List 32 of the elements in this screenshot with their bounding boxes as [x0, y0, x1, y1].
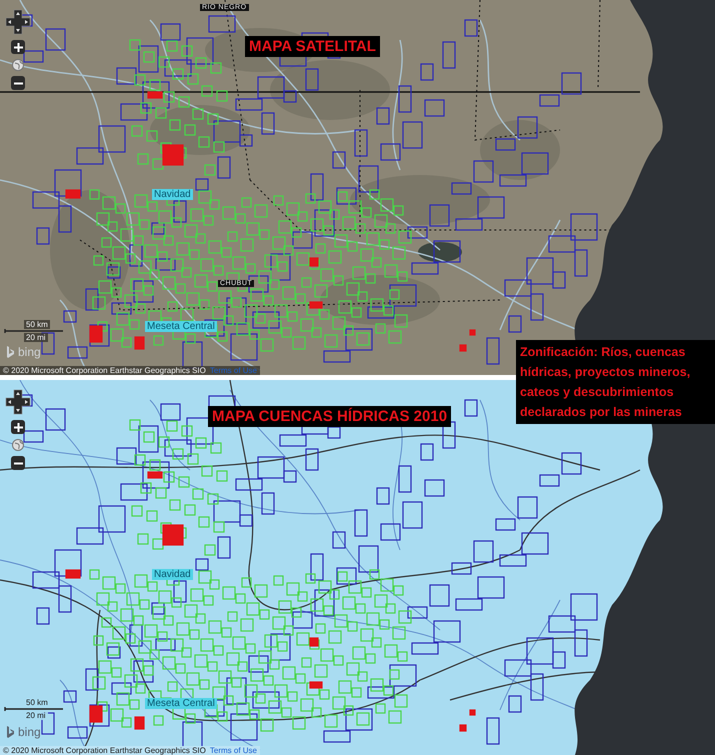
caption-text: Zonificación: Ríos, cuencas hídricas, proyectos mineros, cateos y descubrimientos declarados por las mineras — [516, 340, 715, 424]
attribution-text: © 2020 Microsoft Corporation Earthstar Geographics SIO — [3, 746, 206, 755]
pan-arrows-icon — [5, 389, 31, 415]
pan-arrows-icon — [5, 9, 31, 35]
zoom-out-button[interactable] — [11, 456, 25, 470]
pan-control[interactable] — [4, 8, 32, 36]
minus-icon — [14, 82, 22, 84]
bing-logo-icon — [6, 726, 15, 738]
attribution-text: © 2020 Microsoft Corporation Earthstar Geographics SIO — [3, 366, 206, 375]
place-label: Meseta Central — [145, 698, 217, 709]
zoom-out-button[interactable] — [11, 76, 25, 90]
logo-text: bing — [18, 725, 41, 739]
terms-link[interactable]: Terms of Use — [210, 746, 257, 755]
zoom-in-button[interactable] — [11, 420, 25, 434]
place-label: Navidad — [152, 569, 193, 580]
logo-text: bing — [18, 345, 41, 359]
zoom-in-button[interactable] — [11, 40, 25, 54]
map-title: MAPA CUENCAS HÍDRICAS 2010 — [208, 406, 452, 427]
bing-logo-icon — [6, 346, 15, 358]
scale-bar-icon — [4, 329, 64, 333]
pan-control[interactable] — [4, 388, 32, 416]
scale-label: 20 mi — [24, 333, 48, 342]
scale-label: 50 km — [24, 698, 50, 707]
map-title: MAPA SATELITAL — [245, 36, 380, 57]
place-label: Navidad — [152, 189, 193, 200]
place-label: Meseta Central — [145, 321, 217, 332]
scale-label: 50 km — [24, 320, 50, 329]
minus-icon — [14, 462, 22, 464]
plus-icon — [14, 42, 22, 52]
plus-icon — [14, 422, 22, 432]
scale-label: 20 mi — [24, 711, 48, 720]
scale-bar-icon — [4, 707, 64, 711]
